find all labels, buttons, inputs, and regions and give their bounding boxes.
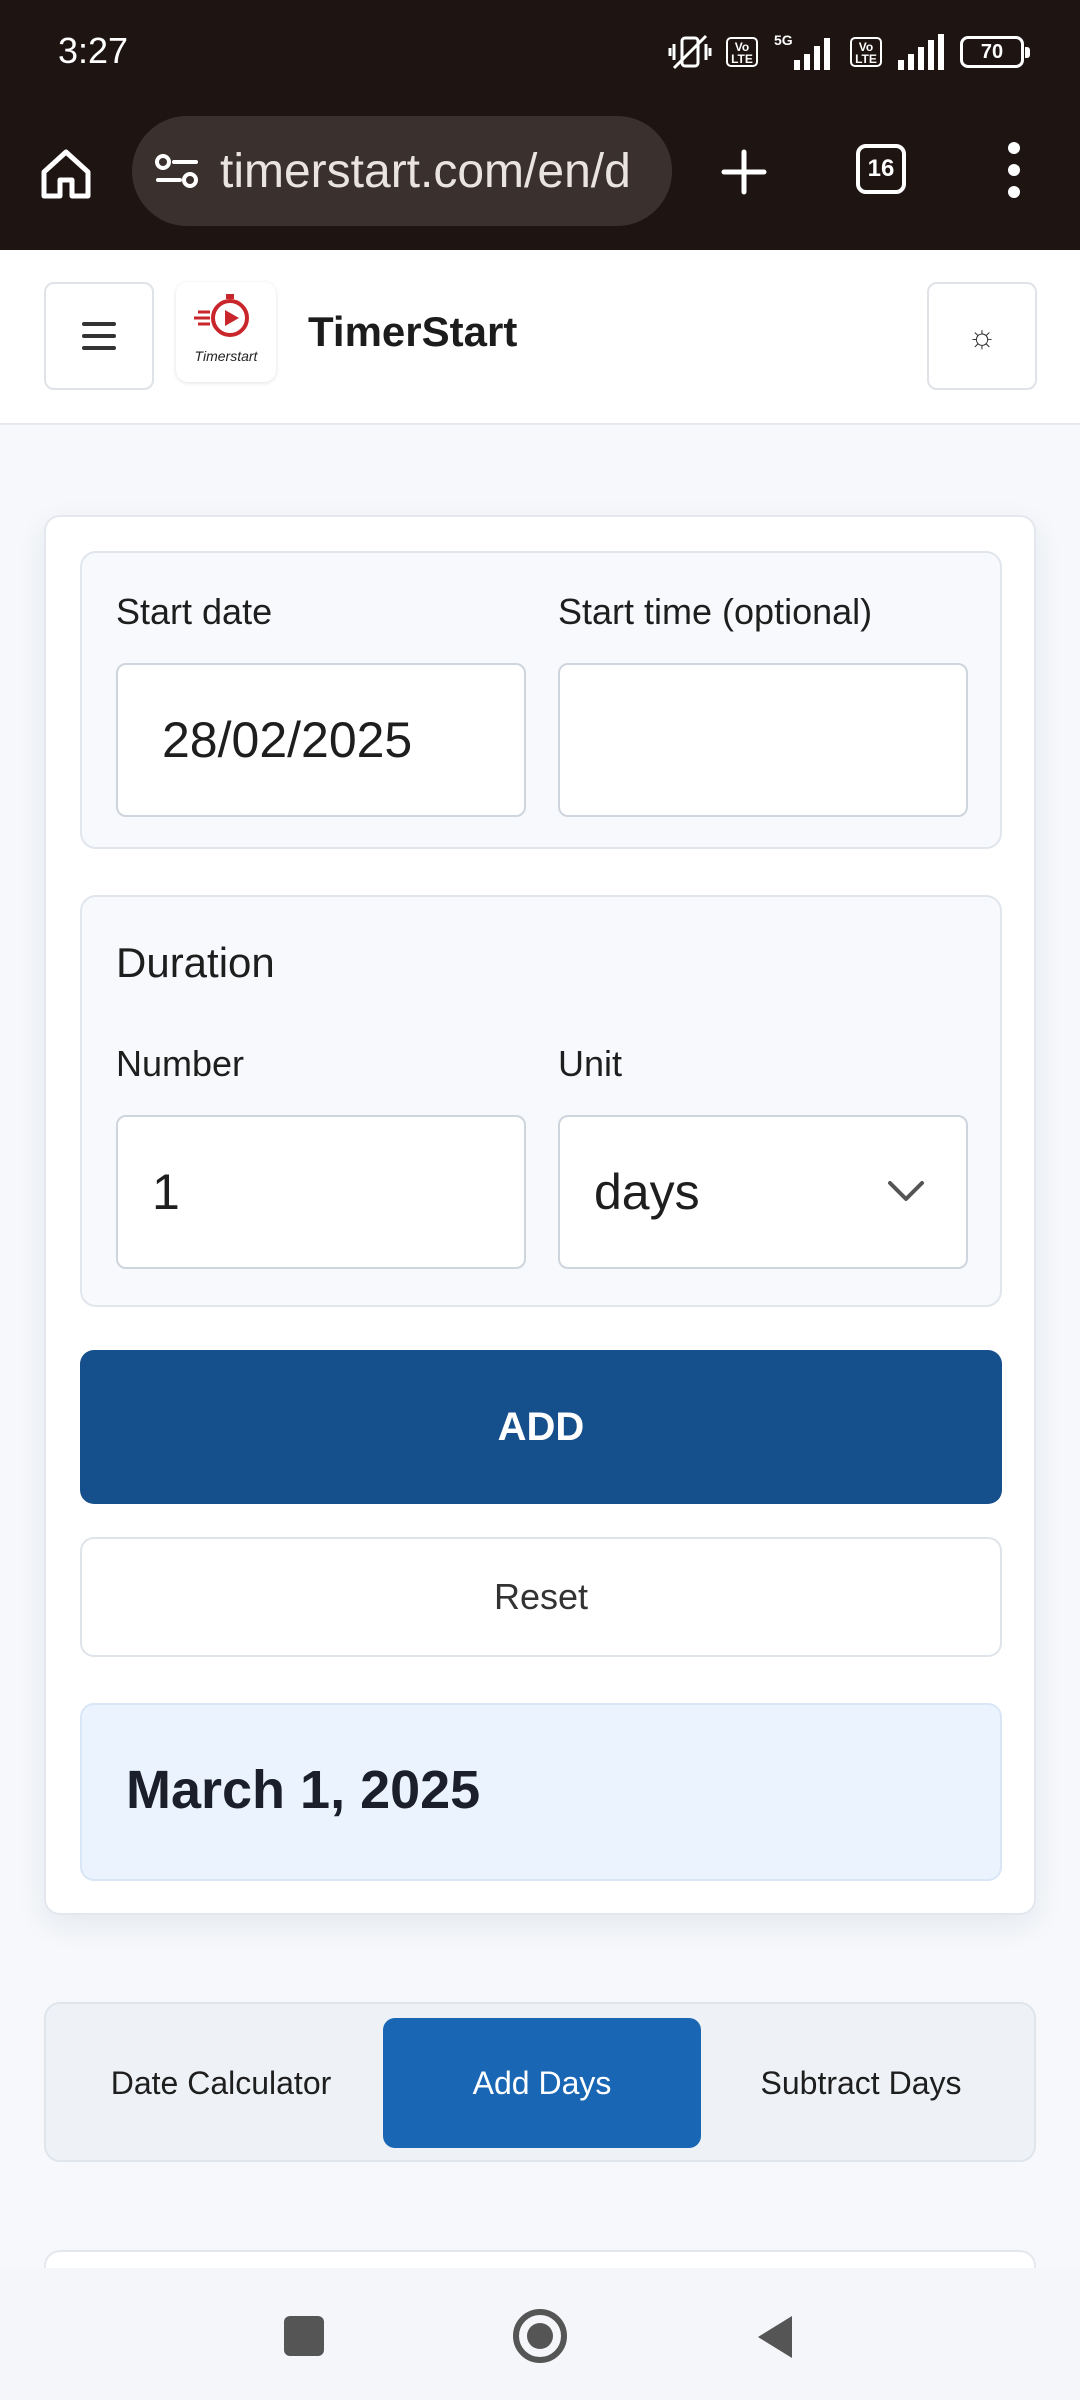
result-box: March 1, 2025 (80, 1703, 1002, 1881)
number-input[interactable]: 1 (116, 1115, 526, 1269)
mute-vibrate-icon (668, 34, 712, 70)
address-bar[interactable]: timerstart.com/en/d (132, 116, 672, 226)
unit-select[interactable]: days (558, 1115, 968, 1269)
start-date-label: Start date (116, 591, 273, 632)
battery-icon: 70 (960, 36, 1030, 68)
status-time: 3:27 (58, 30, 129, 71)
status-icons: Vo LTE 5G Vo LTE 70 (668, 32, 1030, 72)
tab-date-calculator[interactable]: Date Calculator (62, 2018, 380, 2148)
unit-label: Unit (558, 1043, 623, 1084)
chevron-down-icon (888, 1181, 924, 1201)
back-icon[interactable] (752, 2312, 796, 2362)
unit-select-value: days (594, 1164, 700, 1220)
duration-panel: Duration Number Unit 1 days (80, 895, 1002, 1307)
tab-add-days[interactable]: Add Days (383, 2018, 701, 2148)
site-settings-icon[interactable] (154, 152, 200, 190)
battery-level: 70 (980, 40, 1004, 63)
site-title[interactable]: TimerStart (308, 308, 517, 356)
stopwatch-play-icon (194, 294, 249, 337)
start-panel: Start date Start time (optional) 28/02/2… (80, 551, 1002, 849)
new-tab-icon[interactable] (712, 140, 776, 204)
calculator-tabs: Date Calculator Add Days Subtract Days (44, 2002, 1036, 2162)
browser-toolbar: timerstart.com/en/d 16 (0, 110, 1080, 250)
sun-icon: ☼ (967, 317, 997, 354)
number-label: Number (116, 1043, 245, 1084)
tab-subtract-days[interactable]: Subtract Days (702, 2018, 1020, 2148)
signal-5g-icon: 5G (774, 32, 830, 70)
start-time-label: Start time (optional) (558, 591, 873, 632)
site-header: Timerstart TimerStart ☼ (0, 250, 1080, 425)
url-text[interactable]: timerstart.com/en/d (220, 144, 631, 199)
home-circle-icon[interactable] (510, 2306, 570, 2366)
system-nav-bar (0, 2268, 1080, 2400)
status-bar: 3:27 Vo LTE 5G Vo LTE 70 (0, 0, 1080, 110)
add-button[interactable]: ADD (80, 1350, 1002, 1504)
logo-text: Timerstart (194, 348, 258, 364)
signal-icon (898, 34, 944, 70)
volte-icon-2: Vo LTE (850, 37, 882, 67)
home-icon[interactable] (36, 144, 96, 204)
more-menu-icon[interactable] (996, 142, 1032, 202)
volte-icon: Vo LTE (726, 37, 758, 67)
start-date-input[interactable]: 28/02/2025 (116, 663, 526, 817)
url-fade (632, 116, 672, 226)
svg-text:5G: 5G (774, 32, 793, 48)
theme-toggle-button[interactable]: ☼ (927, 282, 1037, 390)
tab-switcher-button[interactable]: 16 (856, 144, 906, 194)
menu-button[interactable] (44, 282, 154, 390)
result-date: March 1, 2025 (126, 1760, 481, 1820)
start-time-input[interactable] (558, 663, 968, 817)
site-logo[interactable]: Timerstart (176, 282, 276, 382)
recents-icon[interactable] (284, 2316, 324, 2356)
duration-title: Duration (116, 939, 275, 986)
calculator-card: Start date Start time (optional) 28/02/2… (44, 515, 1036, 1915)
reset-button[interactable]: Reset (80, 1537, 1002, 1657)
